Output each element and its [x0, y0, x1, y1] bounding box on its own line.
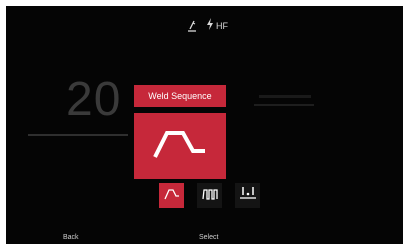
weld-display-screen: HF 20 Weld Sequence Back Select	[6, 6, 403, 244]
background-divider-right	[254, 104, 314, 106]
hf-label: HF	[216, 21, 228, 31]
spot-weld-icon	[239, 186, 257, 205]
option-2t-sequence[interactable]	[159, 183, 184, 208]
background-divider	[28, 134, 128, 136]
popup-title: Weld Sequence	[134, 85, 226, 107]
current-sequence-display	[134, 113, 226, 179]
background-value: 20	[66, 73, 122, 126]
hf-indicator: HF	[206, 16, 228, 37]
back-button[interactable]: Back	[63, 233, 79, 243]
2t-sequence-icon	[153, 127, 207, 166]
background-detail	[259, 95, 311, 98]
pulse-sequence-icon	[201, 187, 218, 205]
2t-sequence-icon	[163, 187, 180, 205]
torch-remote-icon	[181, 16, 202, 37]
lightning-icon	[206, 17, 214, 35]
option-spot-weld[interactable]	[235, 183, 260, 208]
softkey-bar: Back Select	[6, 232, 403, 244]
option-pulse-sequence[interactable]	[197, 183, 222, 208]
status-bar: HF	[181, 15, 228, 37]
select-button[interactable]: Select	[199, 233, 218, 243]
